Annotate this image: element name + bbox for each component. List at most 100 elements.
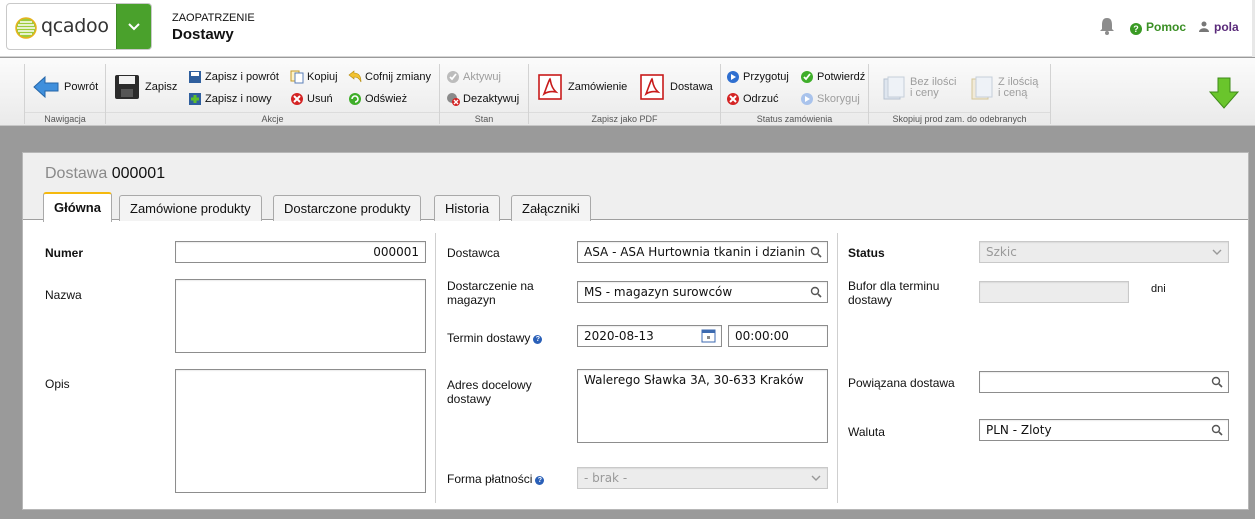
- order-pdf-button[interactable]: Zamówienie: [537, 74, 627, 100]
- related-delivery-lookup[interactable]: [979, 371, 1229, 393]
- group-label: Nawigacja: [25, 112, 105, 124]
- order-pdf-label: Zamówienie: [568, 81, 628, 93]
- tab-history[interactable]: Historia: [434, 195, 501, 221]
- save-button[interactable]: Zapisz: [114, 74, 177, 100]
- prepare-button[interactable]: Przygotuj: [726, 70, 789, 84]
- lookup-search-icon[interactable]: [810, 246, 822, 258]
- correct-label: Skoryguj: [817, 93, 860, 105]
- chevron-down-icon: [128, 22, 140, 30]
- confirm-button[interactable]: Potwierdź: [800, 70, 865, 84]
- qcadoo-logo-icon: [15, 17, 37, 39]
- name-textarea[interactable]: [175, 279, 426, 353]
- correct-button[interactable]: Skoryguj: [800, 92, 860, 106]
- ribbon-toolbar: Powrót Nawigacja Zapisz Zapisz i powrót …: [0, 58, 1255, 126]
- save-new-label: Zapisz i nowy: [205, 93, 272, 105]
- app-menu-dropdown[interactable]: [116, 4, 151, 49]
- activate-label: Aktywuj: [463, 71, 501, 83]
- ribbon-group-state: Aktywuj Dezaktywuj Stan: [440, 64, 529, 124]
- payment-form-select[interactable]: - brak -: [577, 467, 828, 489]
- breadcrumb-section: ZAOPATRZENIE: [172, 12, 255, 24]
- save-and-new-button[interactable]: Zapisz i nowy: [188, 92, 272, 106]
- buffer-field[interactable]: [979, 281, 1129, 303]
- pdf-icon: [640, 74, 664, 100]
- back-button[interactable]: Powrót: [33, 74, 98, 100]
- prepare-label: Przygotuj: [743, 71, 789, 83]
- logo-text: qcadoo: [41, 15, 109, 37]
- pdf-icon: [538, 74, 562, 100]
- lookup-search-icon[interactable]: [1211, 424, 1223, 436]
- ribbon-group-copy: Bez ilości i ceny Z ilością i ceną Skopiuj…: [869, 64, 1051, 124]
- tab-main[interactable]: Główna: [43, 192, 112, 222]
- app-switcher[interactable]: qcadoo: [6, 3, 152, 50]
- ribbon-group-order-status: Przygotuj Potwierdź Odrzuć Skoryguj Stat…: [721, 64, 869, 124]
- tab-delivered-products[interactable]: Dostarczone produkty: [273, 195, 422, 221]
- lookup-search-icon[interactable]: [810, 286, 822, 298]
- bell-icon[interactable]: [1099, 17, 1115, 35]
- currency-label: Waluta: [848, 425, 885, 439]
- delivery-pdf-button[interactable]: Dostawa: [639, 74, 713, 100]
- undo-label: Cofnij zmiany: [365, 71, 432, 83]
- delete-button[interactable]: Usuń: [290, 92, 333, 106]
- warehouse-lookup[interactable]: MS - magazyn surowców: [577, 281, 828, 303]
- save-icon: [115, 75, 139, 99]
- tab-ordered-products[interactable]: Zamówione produkty: [119, 195, 262, 221]
- column-divider: [435, 233, 436, 503]
- help-icon: ?: [1130, 23, 1142, 35]
- group-label: Skopiuj prod zam. do odebranych: [869, 112, 1050, 124]
- related-delivery-label: Powiązana dostawa: [848, 376, 955, 390]
- save-back-label: Zapisz i powrót: [205, 71, 279, 83]
- help-icon[interactable]: ?: [533, 335, 543, 344]
- supplier-value: ASA - ASA Hurtownia tkanin i dzianin: [584, 245, 806, 259]
- delivery-form-panel: Dostawa 000001 Główna Zamówione produkty…: [22, 152, 1249, 510]
- copy-button[interactable]: Kopiuj: [290, 70, 338, 84]
- delete-icon: [291, 93, 303, 105]
- supplier-lookup[interactable]: ASA - ASA Hurtownia tkanin i dzianin: [577, 241, 828, 263]
- address-label: Adres docelowy dostawy: [447, 378, 532, 406]
- lookup-search-icon[interactable]: [1211, 376, 1223, 388]
- check-icon: [801, 71, 813, 83]
- reject-label: Odrzuć: [743, 93, 779, 105]
- delivery-date-label: Termin dostawy?: [447, 331, 543, 345]
- help-icon[interactable]: ?: [535, 476, 545, 485]
- payment-form-label: Forma płatności?: [447, 472, 545, 486]
- help-link[interactable]: ? Pomoc: [1130, 20, 1186, 35]
- buffer-label: Bufor dla terminu dostawy: [848, 279, 940, 307]
- address-textarea[interactable]: Walerego Sławka 3A, 30-633 Kraków: [577, 369, 828, 443]
- reject-button[interactable]: Odrzuć: [726, 92, 778, 106]
- delivery-date-field[interactable]: 2020-08-13: [577, 325, 722, 347]
- column-divider: [837, 233, 838, 503]
- currency-lookup[interactable]: PLN - Zloty: [979, 419, 1229, 441]
- top-bar: qcadoo ZAOPATRZENIE Dostawy ? Pomoc pola: [0, 0, 1255, 57]
- group-label: Akcje: [106, 112, 439, 124]
- download-arrow-icon[interactable]: [1209, 77, 1239, 109]
- currency-value: PLN - Zloty: [986, 423, 1052, 437]
- play-icon: [801, 93, 813, 105]
- refresh-button[interactable]: Odśwież: [348, 92, 407, 106]
- calendar-icon[interactable]: [701, 328, 716, 343]
- activate-button[interactable]: Aktywuj: [446, 70, 501, 84]
- chevron-down-icon: [811, 475, 821, 481]
- back-arrow-icon: [33, 75, 59, 99]
- status-select[interactable]: Szkic: [979, 241, 1229, 263]
- copy-with-qty-button[interactable]: Z ilością i ceną: [971, 76, 1038, 100]
- copy-label: Kopiuj: [307, 71, 338, 83]
- delivery-time-field[interactable]: 00:00:00: [728, 325, 828, 347]
- number-field[interactable]: 000001: [175, 241, 426, 263]
- supplier-label: Dostawca: [447, 246, 500, 260]
- undo-icon: [348, 70, 362, 83]
- form-title: Dostawa 000001: [45, 165, 165, 183]
- delete-label: Usuń: [307, 93, 333, 105]
- warehouse-value: MS - magazyn surowców: [584, 285, 733, 299]
- description-textarea[interactable]: [175, 369, 426, 493]
- clipboard-icon: [971, 76, 993, 100]
- tab-attachments[interactable]: Załączniki: [511, 195, 591, 221]
- user-menu[interactable]: pola: [1199, 20, 1239, 34]
- deactivate-button[interactable]: Dezaktywuj: [446, 92, 519, 106]
- copy-without-qty-button[interactable]: Bez ilości i ceny: [883, 76, 956, 100]
- confirm-label: Potwierdź: [817, 71, 866, 83]
- save-and-back-button[interactable]: Zapisz i powrót: [188, 70, 279, 84]
- save-new-icon: [189, 93, 201, 105]
- undo-changes-button[interactable]: Cofnij zmiany: [348, 70, 431, 84]
- help-label: Pomoc: [1146, 20, 1187, 34]
- copy-icon: [290, 70, 304, 84]
